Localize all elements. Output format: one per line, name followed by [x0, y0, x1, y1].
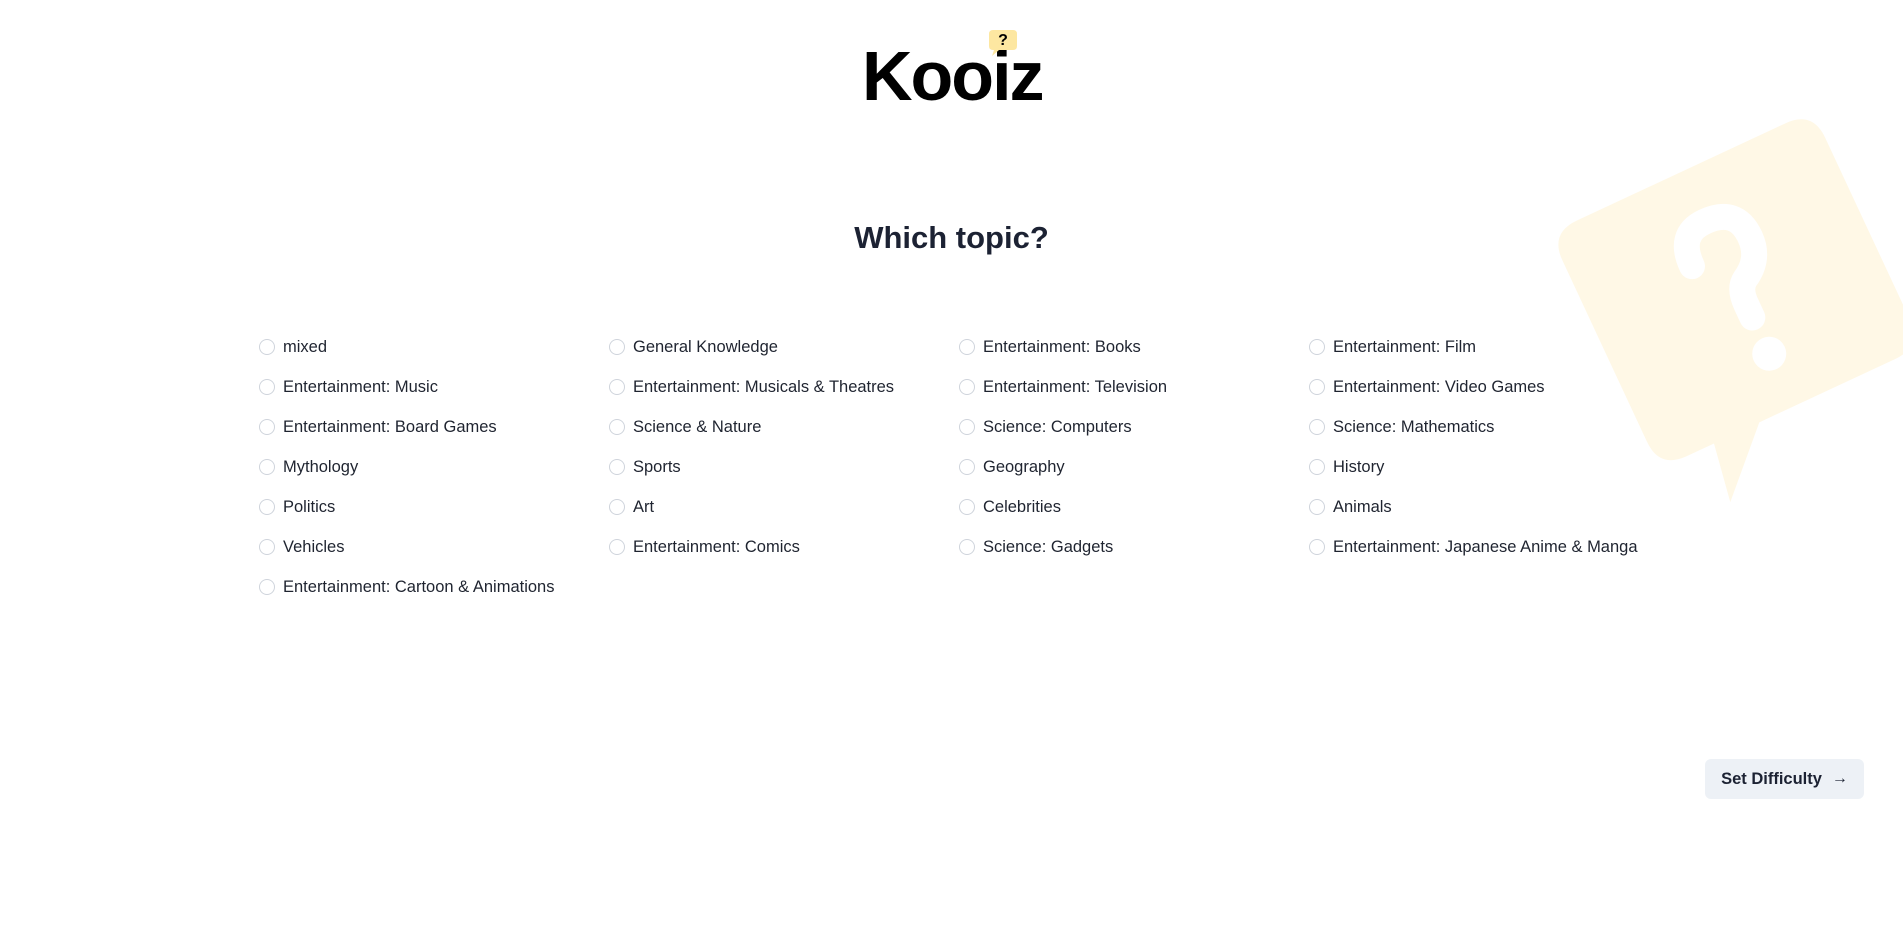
topic-option[interactable]: Entertainment: Cartoon & Animations [259, 567, 609, 607]
radio-button[interactable] [259, 579, 275, 595]
topic-option[interactable]: Entertainment: Television [959, 367, 1309, 407]
topic-label: Science: Mathematics [1333, 417, 1495, 436]
topic-label: Science: Gadgets [983, 537, 1114, 556]
topic-label: History [1333, 457, 1385, 476]
topic-label: Entertainment: Music [283, 377, 438, 396]
topic-option[interactable]: Science: Gadgets [959, 527, 1309, 567]
topic-radio-group: mixed General Knowledge Entertainment: Boo… [259, 327, 1659, 607]
question-badge-icon: ? [989, 30, 1017, 56]
page-title: Which topic? [854, 220, 1049, 255]
radio-button[interactable] [959, 499, 975, 515]
radio-button[interactable] [1309, 419, 1325, 435]
topic-label: Animals [1333, 497, 1392, 516]
radio-button[interactable] [959, 419, 975, 435]
radio-button[interactable] [1309, 379, 1325, 395]
topic-label: Entertainment: Japanese Anime & Manga [1333, 537, 1638, 556]
radio-button[interactable] [959, 459, 975, 475]
topic-option[interactable]: General Knowledge [609, 327, 959, 367]
topic-label: Science: Computers [983, 417, 1132, 436]
topic-label: Art [633, 497, 655, 516]
topic-selection-page: Kooiz ? Which topic? mixed General Knowle… [0, 0, 1903, 948]
radio-button[interactable] [259, 459, 275, 475]
topic-label: Celebrities [983, 497, 1061, 516]
topic-option[interactable]: Entertainment: Musicals & Theatres [609, 367, 959, 407]
topic-option[interactable]: Celebrities [959, 487, 1309, 527]
topic-option[interactable]: History [1309, 447, 1659, 487]
radio-button[interactable] [259, 339, 275, 355]
topic-label: Entertainment: Books [983, 337, 1141, 356]
radio-button[interactable] [259, 499, 275, 515]
radio-button[interactable] [609, 539, 625, 555]
topic-option[interactable]: Sports [609, 447, 959, 487]
topic-option[interactable]: Entertainment: Music [259, 367, 609, 407]
radio-button[interactable] [609, 339, 625, 355]
logo-badge-glyph: ? [998, 32, 1008, 49]
radio-button[interactable] [959, 379, 975, 395]
radio-button[interactable] [1309, 459, 1325, 475]
radio-button[interactable] [609, 499, 625, 515]
set-difficulty-button[interactable]: Set Difficulty → [1705, 759, 1864, 799]
radio-button[interactable] [959, 339, 975, 355]
topic-option[interactable]: Science & Nature [609, 407, 959, 447]
topic-option[interactable]: Entertainment: Books [959, 327, 1309, 367]
topic-label: Entertainment: Television [983, 377, 1168, 396]
topic-option[interactable]: Geography [959, 447, 1309, 487]
topic-label: Vehicles [283, 537, 345, 556]
arrow-right-icon: → [1831, 770, 1848, 787]
topic-label: Entertainment: Cartoon & Animations [283, 577, 555, 596]
topic-option[interactable]: Entertainment: Film [1309, 327, 1659, 367]
radio-button[interactable] [259, 379, 275, 395]
topic-label: Geography [983, 457, 1065, 476]
set-difficulty-label: Set Difficulty [1721, 769, 1822, 788]
topic-option[interactable]: Entertainment: Board Games [259, 407, 609, 447]
topic-label: Science & Nature [633, 417, 762, 436]
radio-button[interactable] [959, 539, 975, 555]
topic-label: Entertainment: Board Games [283, 417, 497, 436]
app-logo: Kooiz ? [862, 28, 1045, 115]
topic-option[interactable]: Politics [259, 487, 609, 527]
topic-option[interactable]: Entertainment: Japanese Anime & Manga [1309, 527, 1659, 567]
topic-option[interactable]: Entertainment: Comics [609, 527, 959, 567]
topic-option[interactable]: Entertainment: Video Games [1309, 367, 1659, 407]
radio-button[interactable] [1309, 539, 1325, 555]
radio-button[interactable] [259, 419, 275, 435]
topic-option[interactable]: Science: Computers [959, 407, 1309, 447]
radio-button[interactable] [609, 459, 625, 475]
radio-button[interactable] [259, 539, 275, 555]
topic-label: mixed [283, 337, 328, 356]
topic-label: General Knowledge [633, 337, 778, 356]
topic-label: Entertainment: Comics [633, 537, 800, 556]
topic-option[interactable]: mixed [259, 327, 609, 367]
topic-label: Entertainment: Film [1333, 337, 1477, 356]
topic-label: Entertainment: Video Games [1333, 377, 1545, 396]
radio-button[interactable] [609, 419, 625, 435]
topic-option[interactable]: Art [609, 487, 959, 527]
topic-label: Entertainment: Musicals & Theatres [633, 377, 895, 396]
topic-option[interactable]: Vehicles [259, 527, 609, 567]
topic-option[interactable]: Science: Mathematics [1309, 407, 1659, 447]
radio-button[interactable] [609, 379, 625, 395]
radio-button[interactable] [1309, 499, 1325, 515]
topic-option[interactable]: Animals [1309, 487, 1659, 527]
topic-label: Mythology [283, 457, 359, 476]
topic-label: Sports [633, 457, 681, 476]
radio-button[interactable] [1309, 339, 1325, 355]
topic-label: Politics [283, 497, 336, 516]
topic-option[interactable]: Mythology [259, 447, 609, 487]
